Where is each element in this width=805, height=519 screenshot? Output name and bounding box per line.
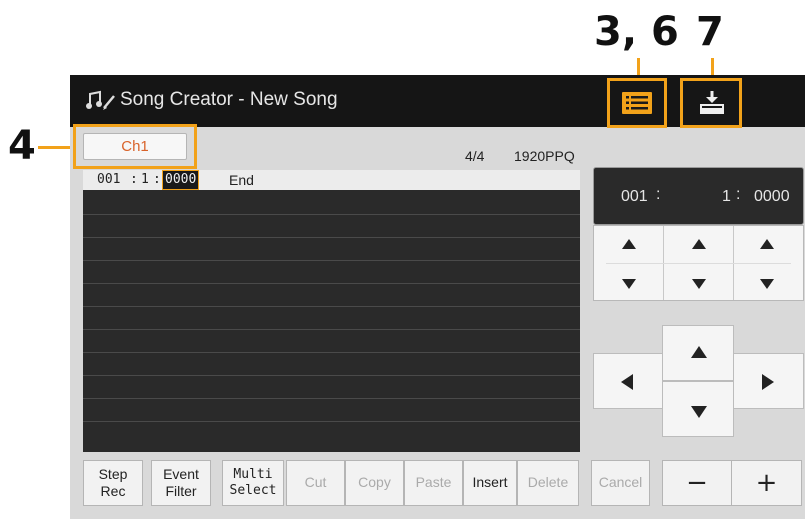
- save-button[interactable]: [680, 78, 742, 128]
- delete-button[interactable]: Delete: [517, 460, 579, 506]
- event-row[interactable]: 001 : 1 : 0000 End: [83, 170, 580, 190]
- cancel-button[interactable]: Cancel: [591, 460, 650, 506]
- event-sep-2: :: [153, 172, 161, 187]
- position-measure: 001: [621, 188, 648, 205]
- clock-down-button[interactable]: [760, 279, 774, 289]
- event-filter-label-1: Event: [163, 465, 199, 482]
- cursor-right-button[interactable]: [733, 353, 804, 409]
- cursor-up-button[interactable]: [662, 325, 734, 381]
- event-beat: 1: [141, 172, 149, 187]
- multi-select-label-2: Select: [229, 483, 277, 498]
- list-icon: [622, 92, 652, 114]
- copy-button[interactable]: Copy: [345, 460, 404, 506]
- insert-button[interactable]: Insert: [463, 460, 517, 506]
- step-rec-button[interactable]: Step Rec: [83, 460, 143, 506]
- cursor-left-button[interactable]: [593, 353, 663, 409]
- event-list[interactable]: [83, 170, 580, 452]
- increment-button[interactable]: +: [731, 460, 802, 506]
- position-clock: 0000: [754, 188, 790, 205]
- clock-up-button[interactable]: [760, 239, 774, 249]
- time-signature: 4/4: [465, 148, 485, 164]
- spinner-hdivider: [606, 263, 791, 264]
- callout-3-6: 3, 6: [594, 9, 679, 55]
- event-filter-button[interactable]: Event Filter: [151, 460, 211, 506]
- position-spinners: [593, 225, 804, 301]
- beat-down-button[interactable]: [692, 279, 706, 289]
- song-creator-icon: [86, 90, 115, 110]
- list-view-button[interactable]: [607, 78, 667, 128]
- step-rec-label-1: Step: [98, 465, 128, 482]
- callout-4: 4: [8, 123, 36, 169]
- arrow-right-icon: [762, 374, 774, 390]
- channel-select-button[interactable]: Ch1: [83, 133, 187, 160]
- cursor-pad: [593, 325, 804, 437]
- measure-up-button[interactable]: [622, 239, 636, 249]
- cut-button[interactable]: Cut: [286, 460, 345, 506]
- position-beat: 1: [722, 188, 731, 205]
- decrement-button[interactable]: −: [662, 460, 732, 506]
- event-measure: 001: [97, 172, 121, 187]
- position-sep-1: :: [656, 186, 661, 203]
- resolution: 1920PPQ: [514, 148, 575, 164]
- position-sep-2: :: [736, 186, 741, 203]
- callout-4-line: [38, 146, 74, 149]
- callout-7: 7: [696, 9, 724, 55]
- paste-button[interactable]: Paste: [404, 460, 463, 506]
- position-display: 001 : 1 : 0000: [593, 167, 804, 225]
- cursor-down-button[interactable]: [662, 381, 734, 437]
- multi-select-label-1: Multi: [233, 466, 273, 482]
- beat-up-button[interactable]: [692, 239, 706, 249]
- event-filter-label-2: Filter: [165, 483, 197, 499]
- arrow-down-icon: [691, 406, 707, 418]
- page-title: Song Creator - New Song: [120, 89, 338, 110]
- save-icon: [700, 91, 724, 114]
- step-rec-label-2: Rec: [100, 483, 126, 499]
- arrow-left-icon: [621, 374, 633, 390]
- arrow-up-icon: [691, 346, 707, 358]
- measure-down-button[interactable]: [622, 279, 636, 289]
- multi-select-button[interactable]: Multi Select: [222, 460, 284, 506]
- event-sep-1: :: [130, 172, 138, 187]
- event-clock[interactable]: 0000: [162, 170, 200, 190]
- event-type: End: [229, 172, 254, 188]
